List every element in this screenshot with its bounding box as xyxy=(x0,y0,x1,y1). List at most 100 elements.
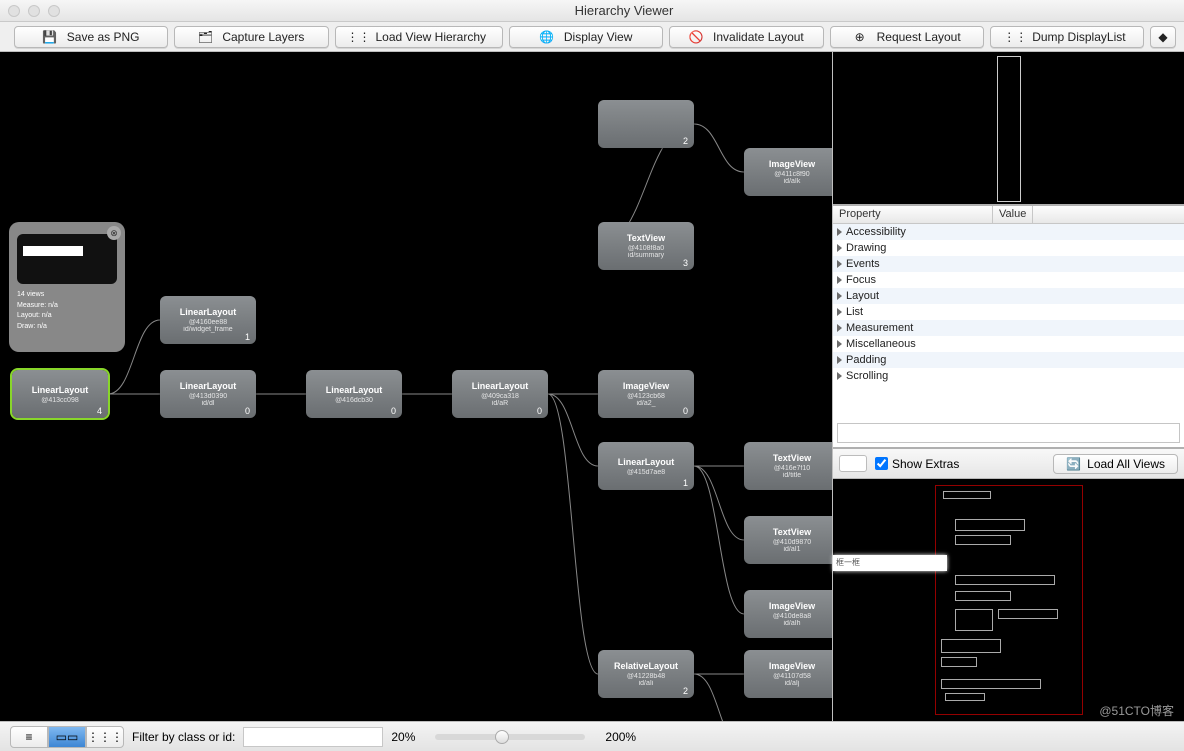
property-group[interactable]: Accessibility xyxy=(833,224,1184,240)
wf-rect xyxy=(955,535,1011,545)
hierarchy-node[interactable]: LinearLayout@413cc0984 xyxy=(12,370,108,418)
display-view-button[interactable]: 🌐Display View xyxy=(509,26,663,48)
dump-displaylist-label: Dump DisplayList xyxy=(1032,30,1125,44)
save-png-label: Save as PNG xyxy=(67,30,140,44)
zoom-max-label: 200% xyxy=(605,730,636,744)
load-hierarchy-label: Load View Hierarchy xyxy=(376,30,487,44)
property-group[interactable]: Events xyxy=(833,256,1184,272)
profile-button[interactable]: ◆ xyxy=(1150,26,1176,48)
property-group[interactable]: Drawing xyxy=(833,240,1184,256)
property-search-input[interactable] xyxy=(837,423,1180,443)
extras-bar: Show Extras 🔄 Load All Views xyxy=(833,449,1184,479)
hierarchy-node[interactable]: LinearLayout@415d7ae81 xyxy=(598,442,694,490)
col-property[interactable]: Property xyxy=(833,206,993,223)
view-mode-graph[interactable]: ▭▭ xyxy=(48,726,86,748)
view-mode-tree[interactable]: ≡ xyxy=(10,726,48,748)
property-group[interactable]: Scrolling xyxy=(833,368,1184,384)
view-mode-segment: ≡ ▭▭ ⋮⋮⋮ xyxy=(10,726,124,748)
tooltip-text: 14 views Measure: n/a Layout: n/a Draw: … xyxy=(17,290,117,332)
hierarchy-node[interactable]: TextView@4108f8a0id/summary3 xyxy=(598,222,694,270)
tooltip-draw: Draw: n/a xyxy=(17,322,117,333)
window-title: Hierarchy Viewer xyxy=(72,3,1176,18)
zoom-thumb[interactable] xyxy=(495,730,509,744)
window-controls xyxy=(8,5,60,17)
hierarchy-node[interactable]: 2 xyxy=(598,100,694,148)
hierarchy-node[interactable]: TextView@416e7f10id/title xyxy=(744,442,832,490)
load-all-views-button[interactable]: 🔄 Load All Views xyxy=(1053,454,1178,474)
wf-rect xyxy=(955,591,1011,601)
tooltip-layout: Layout: n/a xyxy=(17,311,117,322)
capture-layers-label: Capture Layers xyxy=(222,30,304,44)
invalidate-layout-button[interactable]: 🚫 Invalidate Layout xyxy=(669,26,823,48)
hierarchy-node[interactable]: LinearLayout@413d0390id/dl0 xyxy=(160,370,256,418)
hierarchy-node[interactable]: TextView@410d9870id/aI1 xyxy=(744,516,832,564)
save-png-button[interactable]: 💾 Save as PNG xyxy=(14,26,168,48)
titlebar: Hierarchy Viewer xyxy=(0,0,1184,22)
tooltip-measure: Measure: n/a xyxy=(17,301,117,312)
layers-icon: 🗂 xyxy=(198,30,212,44)
node-tooltip: ⊗ 14 views Measure: n/a Layout: n/a Draw… xyxy=(9,222,125,352)
diamond-icon: ◆ xyxy=(1156,30,1170,44)
edges-overlay xyxy=(0,52,832,721)
property-group[interactable]: Padding xyxy=(833,352,1184,368)
hierarchy-node[interactable]: ImageView@4123cb68id/a2_0 xyxy=(598,370,694,418)
hierarchy-icon: ⋮⋮ xyxy=(352,30,366,44)
col-value[interactable]: Value xyxy=(993,206,1033,223)
hierarchy-node[interactable]: ImageView@411c8f90id/aIk xyxy=(744,148,832,196)
wf-rect xyxy=(943,491,991,499)
preview-highlight-label: 框一框 xyxy=(836,557,860,568)
minimize-icon[interactable] xyxy=(28,5,40,17)
property-group[interactable]: List xyxy=(833,304,1184,320)
zoom-slider[interactable] xyxy=(435,734,585,740)
property-group[interactable]: Focus xyxy=(833,272,1184,288)
close-icon[interactable] xyxy=(8,5,20,17)
hierarchy-node[interactable]: LinearLayout@409ca318id/aR0 xyxy=(452,370,548,418)
zoom-icon[interactable] xyxy=(48,5,60,17)
hierarchy-node[interactable]: ImageView@41107d58id/aIj xyxy=(744,650,832,698)
hierarchy-node[interactable]: LinearLayout@416dcb300 xyxy=(306,370,402,418)
property-list[interactable]: AccessibilityDrawingEventsFocusLayoutLis… xyxy=(833,224,1184,419)
wf-rect xyxy=(941,639,1001,653)
request-layout-label: Request Layout xyxy=(877,30,961,44)
show-extras-checkbox[interactable]: Show Extras xyxy=(875,457,959,471)
tooltip-close-icon[interactable]: ⊗ xyxy=(107,226,121,240)
layout-preview[interactable]: 框一框 xyxy=(833,479,1184,721)
filter-input[interactable] xyxy=(243,727,383,747)
wf-rect xyxy=(941,679,1041,689)
zoom-min-label: 20% xyxy=(391,730,415,744)
hierarchy-node[interactable]: ImageView@410de8a8id/aIh xyxy=(744,590,832,638)
tooltip-preview xyxy=(17,234,117,284)
filter-label: Filter by class or id: xyxy=(132,730,235,744)
capture-layers-button[interactable]: 🗂 Capture Layers xyxy=(174,26,328,48)
tooltip-views: 14 views xyxy=(17,290,117,301)
request-layout-button[interactable]: ⊕ Request Layout xyxy=(830,26,984,48)
invalidate-layout-label: Invalidate Layout xyxy=(713,30,804,44)
hierarchy-canvas[interactable]: ⊗ 14 views Measure: n/a Layout: n/a Draw… xyxy=(0,52,832,721)
dump-displaylist-button[interactable]: ⋮⋮ Dump DisplayList xyxy=(990,26,1144,48)
extras-switch[interactable] xyxy=(839,455,867,472)
refresh-icon: 🔄 xyxy=(1066,457,1081,471)
save-icon: 💾 xyxy=(43,30,57,44)
toolbar: 💾 Save as PNG 🗂 Capture Layers ⋮⋮ Load View… xyxy=(0,22,1184,52)
wf-rect xyxy=(945,693,985,701)
load-all-views-label: Load All Views xyxy=(1087,457,1165,471)
wf-rect xyxy=(955,609,993,631)
property-panel: Property Value AccessibilityDrawingEvent… xyxy=(833,204,1184,449)
status-bar: ≡ ▭▭ ⋮⋮⋮ Filter by class or id: 20% 200% xyxy=(0,721,1184,751)
wf-rect xyxy=(941,657,977,667)
view-mode-grid[interactable]: ⋮⋮⋮ xyxy=(86,726,124,748)
load-hierarchy-button[interactable]: ⋮⋮ Load View Hierarchy xyxy=(335,26,504,48)
property-group[interactable]: Layout xyxy=(833,288,1184,304)
prohibit-icon: 🚫 xyxy=(689,30,703,44)
show-extras-input[interactable] xyxy=(875,457,888,470)
show-extras-label: Show Extras xyxy=(892,457,959,471)
hierarchy-node[interactable]: LinearLayout@4160ee88id/widget_frame1 xyxy=(160,296,256,344)
wireframe-overview[interactable] xyxy=(833,52,1184,204)
property-group[interactable]: Measurement xyxy=(833,320,1184,336)
hierarchy-node[interactable]: RelativeLayout@41228b48id/aIi2 xyxy=(598,650,694,698)
sidebar: Property Value AccessibilityDrawingEvent… xyxy=(832,52,1184,721)
property-header: Property Value xyxy=(833,206,1184,224)
list-icon: ⋮⋮ xyxy=(1008,30,1022,44)
property-group[interactable]: Miscellaneous xyxy=(833,336,1184,352)
target-icon: ⊕ xyxy=(853,30,867,44)
